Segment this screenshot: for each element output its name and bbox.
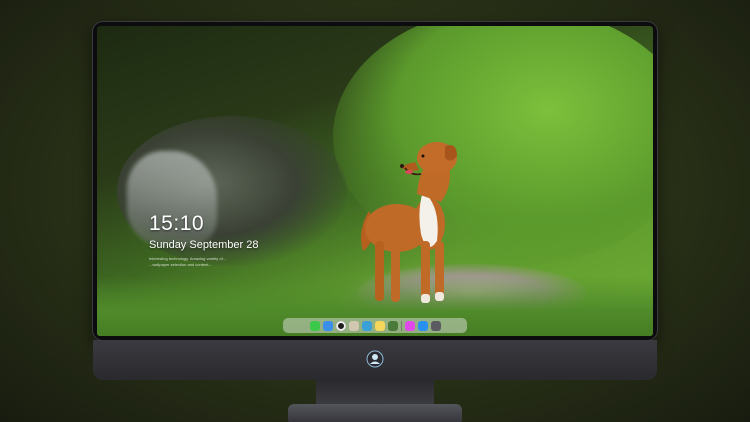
camera-icon[interactable]	[430, 320, 441, 331]
dock-separator	[400, 320, 402, 331]
messages-icon[interactable]	[309, 320, 320, 331]
finder-icon[interactable]	[322, 320, 333, 331]
lock-screen-time: 15:10	[149, 212, 205, 235]
itunes-icon[interactable]	[404, 320, 415, 331]
caption-line-2: ...wallpaper selection and content...	[149, 262, 212, 267]
wallpaper-dog	[361, 142, 457, 303]
lock-screen-date: Sunday September 28	[149, 239, 259, 251]
photos-icon[interactable]	[387, 320, 398, 331]
monitor: 15:10 Sunday September 28 Interesting te…	[93, 22, 657, 340]
monitor-stand-base	[288, 404, 462, 422]
lock-screen-caption: Interesting technology. Amazing variety …	[149, 256, 259, 268]
desktop-screen: 15:10 Sunday September 28 Interesting te…	[97, 26, 653, 336]
notes-icon[interactable]	[374, 320, 385, 331]
video-icon[interactable]	[361, 320, 372, 331]
brand-logo-icon	[366, 350, 384, 368]
preview-icon[interactable]	[348, 320, 359, 331]
app-store-icon[interactable]	[417, 320, 428, 331]
monitor-stand-neck	[316, 380, 434, 406]
dock	[283, 318, 467, 333]
clock-icon[interactable]	[335, 320, 346, 331]
